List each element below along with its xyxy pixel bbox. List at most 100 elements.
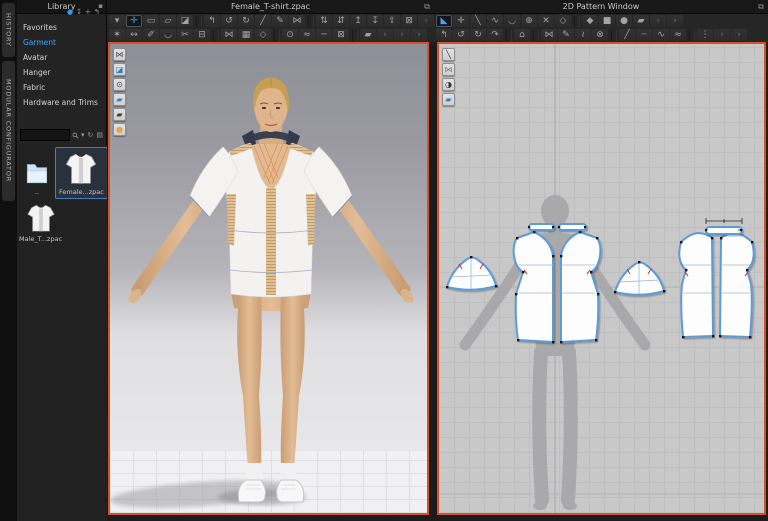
free-sewing-tool[interactable]: ⋈ [289,15,305,27]
overflow-chevron[interactable]: › [411,29,427,41]
tab-history[interactable]: HISTORY [2,3,15,57]
elastic-tool[interactable]: ∿ [653,29,669,41]
pattern-3d-tool[interactable]: ◇ [255,29,271,41]
circle-pattern-tool[interactable]: ● [616,15,632,27]
fabric-swatch-icon[interactable]: ▰ [442,93,455,106]
show-avatar-icon[interactable]: ● [113,123,126,136]
garment-down-tool[interactable]: ↧ [367,15,383,27]
fold-arrangement-tool[interactable]: ↰ [204,15,220,27]
edit-point-line-tool[interactable]: ╲ [470,15,486,27]
fold-dart-tool[interactable]: ↰ [436,29,452,41]
add-point-tool[interactable]: ⊕ [521,15,537,27]
trace-tool[interactable]: ◇ [555,15,571,27]
fabric-tool[interactable]: ▰ [360,29,376,41]
edit-curvature-tool[interactable]: ∿ [487,15,503,27]
edit-pattern-tool[interactable]: ✛ [453,15,469,27]
wind-tool[interactable]: ≈ [299,29,315,41]
arrangement-shirts-tool[interactable]: ⇅ [316,15,332,27]
library-item-avatar[interactable]: Avatar [23,50,106,65]
pattern-canvas[interactable] [439,44,764,513]
transform-pattern-tool[interactable]: ▱ [160,15,176,27]
search-icon[interactable] [72,132,79,139]
rectangle-pattern-tool[interactable]: ■ [599,15,615,27]
popout-icon[interactable]: ⧉ [424,1,430,12]
pattern-piece-back-left[interactable] [678,232,714,338]
iron-tool[interactable]: ⌂ [514,29,530,41]
pattern-piece-collar-3[interactable] [705,226,743,235]
sew-garment-tool[interactable]: ⋈ [541,29,557,41]
free-sewing-tool[interactable]: ≀ [575,29,591,41]
unfold-left-tool[interactable]: ↺ [453,29,469,41]
overflow-chevron[interactable]: › [731,29,747,41]
fabric-front-icon[interactable]: ▰ [113,93,126,106]
viewport-2d[interactable]: ╲ ⋈ ◑ ▰ [437,42,766,515]
transform-pattern-tool[interactable]: ◣ [436,15,452,27]
sync-icon[interactable]: ● [67,8,73,16]
library-item-garment[interactable]: Garment [23,35,106,50]
segment-sewing-tool[interactable]: ✎ [558,29,574,41]
garment-up-tool[interactable]: ↥ [350,15,366,27]
garment-fold-tool[interactable]: ⇪ [384,15,400,27]
reset-2d-arrangement-tool[interactable]: ↺ [221,15,237,27]
import-icon[interactable]: ↧ [76,8,82,16]
edit-sewing-tool[interactable]: ✎ [272,15,288,27]
library-item-fabric[interactable]: Fabric [23,80,106,95]
reset-3d-arrangement-tool[interactable]: ↻ [238,15,254,27]
sewing-pin-tool[interactable]: ╱ [255,15,271,27]
thumb-female-tshirt[interactable]: Female...zpac [55,147,108,199]
show-2d-garment-icon[interactable]: ⋈ [442,63,455,76]
shirring-tool[interactable]: ≈ [670,29,686,41]
lasso-select-tool[interactable]: ◪ [177,15,193,27]
viewport-3d[interactable]: ⋈ ◪ ⊙ ▰ ▰ ● [108,42,429,515]
detail-sewing-tool[interactable]: ⊗ [592,29,608,41]
pattern-piece-collar-2[interactable] [558,223,587,231]
edit-measure-tool[interactable]: ✐ [143,29,159,41]
unfold-right-tool[interactable]: ↻ [470,29,486,41]
avatar-3d[interactable] [110,44,427,513]
lock-tool[interactable]: ⊠ [333,29,349,41]
tab-modular-configurator[interactable]: MODULAR CONFIGURATOR [2,61,15,201]
add-icon[interactable]: + [85,8,91,16]
avatar-display-tool[interactable]: ✶ [109,29,125,41]
library-item-favorites[interactable]: Favorites [23,20,106,35]
overflow-chevron[interactable]: › [650,15,666,27]
rotate-pattern-tool[interactable]: ↷ [487,29,503,41]
thumb-male-tshirt[interactable]: Male_T...zpac [19,202,62,243]
circumference-measure-tool[interactable]: ◡ [160,29,176,41]
fabric-back-icon[interactable]: ▰ [113,108,126,121]
pattern-piece-sleeve-left[interactable] [446,256,497,291]
shape-pattern-tool[interactable]: ▰ [633,15,649,27]
line-tool[interactable]: ─ [316,29,332,41]
pattern-piece-sleeve-right[interactable] [614,261,665,296]
basting-tool[interactable]: ┄ [636,29,652,41]
select-box-tool[interactable]: ▭ [143,15,159,27]
overflow-chevron[interactable]: › [377,29,393,41]
library-item-hanger[interactable]: Hanger [23,65,106,80]
titlebar-3d[interactable]: Female_T-shirt.zpac ⧉ [107,0,434,14]
show-3d-seams-icon[interactable]: ◪ [113,63,126,76]
show-pins-icon[interactable]: ⊙ [113,78,126,91]
edit-curve-point-tool[interactable]: ◡ [504,15,520,27]
view-mode-icon[interactable]: ▤ [96,130,103,140]
polygon-pattern-tool[interactable]: ◆ [582,15,598,27]
garment-lock-tool[interactable]: ⊠ [401,15,417,27]
show-texture-icon[interactable]: ◑ [442,78,455,91]
simulate-menu-icon[interactable]: ▾ [109,15,125,27]
overflow-chevron[interactable]: › [418,15,434,27]
grading-tool[interactable]: ⋮ [697,29,713,41]
tape-measure-tool[interactable]: ↔ [126,29,142,41]
stitch-view-tool[interactable]: ⋈ [221,29,237,41]
select-move-tool[interactable]: ✛ [126,15,142,27]
seam-line-tool[interactable]: ╱ [619,29,635,41]
library-item-hardware-trims[interactable]: Hardware and Trims [23,95,106,110]
pin-tool[interactable]: ⊙ [282,29,298,41]
show-3d-garment-icon[interactable]: ⋈ [113,48,126,61]
search-input[interactable] [20,129,70,141]
overflow-chevron[interactable]: › [714,29,730,41]
overflow-chevron[interactable]: › [667,15,683,27]
scissors-tool[interactable]: ✂ [177,29,193,41]
pattern-piece-collar-1[interactable] [528,223,555,231]
flatten-tool[interactable]: ⊟ [194,29,210,41]
pattern-piece-back-right[interactable] [719,232,755,338]
thumb-parent-folder[interactable]: .. [24,157,50,196]
